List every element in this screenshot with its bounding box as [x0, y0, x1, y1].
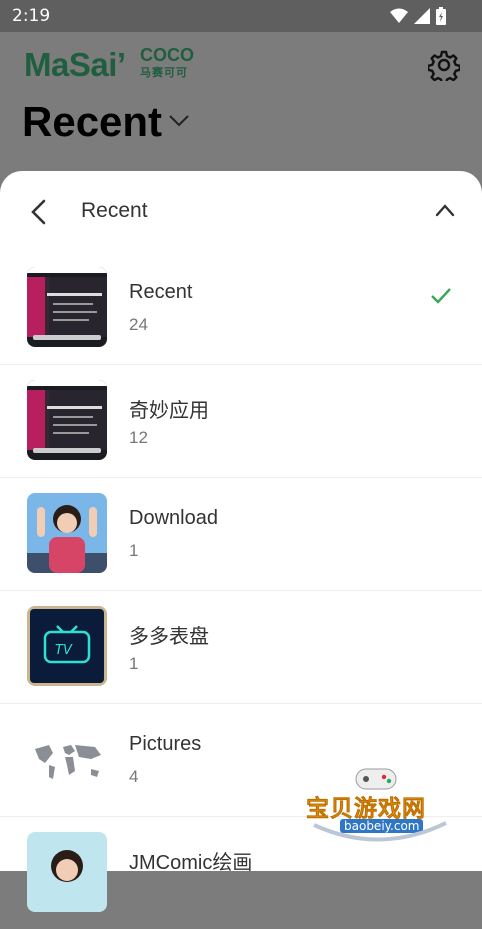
album-count: 4	[129, 767, 139, 786]
album-thumbnail	[27, 493, 107, 573]
sheet-header: Recent	[0, 171, 482, 251]
wifi-icon	[390, 8, 408, 23]
gamepad-icon	[355, 768, 397, 790]
chevron-up-icon[interactable]	[434, 203, 456, 217]
watermark: 宝贝游戏网 baobeiy.com	[304, 765, 454, 850]
status-bar: 2:19	[0, 0, 482, 32]
album-count: 12	[129, 428, 148, 447]
watermark-swoosh	[313, 821, 447, 842]
app-logo: MaSai’	[24, 46, 126, 83]
album-row-recent[interactable]: Recent 24	[0, 251, 482, 365]
album-row-duoduo[interactable]: TV 多多表盘 1	[0, 590, 482, 704]
album-name: Recent	[129, 281, 193, 303]
album-name: Download	[129, 507, 218, 529]
album-count: 1	[129, 654, 139, 673]
gear-icon[interactable]	[428, 49, 460, 81]
logo-coco: COCO	[140, 45, 194, 65]
status-time: 2:19	[12, 6, 51, 26]
album-name: Pictures	[129, 733, 202, 755]
album-name: 多多表盘	[129, 626, 209, 648]
album-count: 24	[129, 315, 148, 334]
logo-chinese: 马赛可可	[140, 67, 188, 79]
album-row-download[interactable]: Download 1	[0, 477, 482, 591]
album-thumbnail	[27, 267, 107, 347]
album-count: 1	[129, 541, 139, 560]
chevron-down-icon[interactable]	[168, 114, 190, 128]
battery-icon	[436, 7, 446, 25]
album-name: JMComic绘画	[129, 852, 253, 874]
album-name: 奇妙应用	[129, 400, 209, 422]
svg-text:TV: TV	[55, 643, 73, 658]
app-logo-sub: COCO 马赛可可	[140, 46, 194, 80]
album-thumbnail	[27, 380, 107, 460]
album-row-qimiao[interactable]: 奇妙应用 12	[0, 364, 482, 478]
back-arrow-icon[interactable]	[30, 199, 48, 225]
page-title: Recent	[22, 98, 163, 145]
album-thumbnail: TV	[27, 606, 107, 686]
signal-icon	[414, 8, 430, 24]
watermark-text: 宝贝游戏网	[306, 796, 426, 823]
sheet-title: Recent	[81, 199, 148, 222]
check-icon	[431, 288, 451, 304]
album-thumbnail	[27, 719, 107, 799]
album-thumbnail	[27, 832, 107, 912]
